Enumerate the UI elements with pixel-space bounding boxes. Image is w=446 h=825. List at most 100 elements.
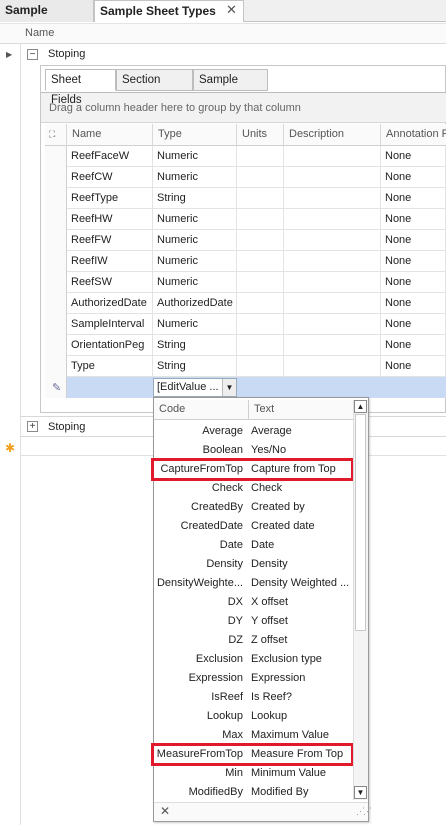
cell-units[interactable] — [237, 146, 284, 167]
cell-type[interactable]: Numeric — [153, 251, 237, 272]
cell-units[interactable] — [237, 272, 284, 293]
cell-annotation[interactable]: None — [381, 146, 446, 167]
popup-list-item[interactable]: CreatedBy Created by — [154, 498, 354, 517]
cell-units[interactable] — [237, 335, 284, 356]
cell-type[interactable]: Numeric — [153, 209, 237, 230]
cell-type[interactable]: Numeric — [153, 230, 237, 251]
popup-list-item[interactable]: Average Average — [154, 422, 354, 441]
master-row-expanded[interactable]: − Stoping — [20, 44, 446, 65]
column-header-type[interactable]: Type — [153, 124, 237, 146]
new-row-editing[interactable] — [67, 377, 446, 398]
cell-name[interactable]: OrientationPeg — [67, 335, 153, 356]
resize-grip-icon[interactable]: ⋰⋰ — [356, 806, 372, 817]
column-header-annotation[interactable]: Annotation P — [381, 124, 446, 146]
scrollbar-thumb[interactable] — [355, 414, 366, 631]
cell-name[interactable]: AuthorizedDate — [67, 293, 153, 314]
popup-list-item[interactable]: DensityWeighte... Density Weighted ... — [154, 574, 354, 593]
cell-annotation[interactable]: None — [381, 167, 446, 188]
cell-description[interactable] — [284, 146, 381, 167]
tab-sample-fields[interactable]: Sample Fields — [193, 69, 268, 106]
cell-name[interactable]: ReefHW — [67, 209, 153, 230]
cell-name[interactable]: Type — [67, 356, 153, 377]
cell-name[interactable]: ReefCW — [67, 167, 153, 188]
tab-close-icon[interactable]: ✕ — [226, 2, 237, 18]
cell-units[interactable] — [237, 251, 284, 272]
cell-name[interactable]: ReefFaceW — [67, 146, 153, 167]
column-header-name[interactable]: Name — [67, 124, 153, 146]
lookup-dropdown-popup[interactable]: Code Text Average Average Boolean Yes/No Cap… — [151, 397, 369, 822]
cell-description[interactable] — [284, 167, 381, 188]
cell-type[interactable]: Numeric — [153, 146, 237, 167]
popup-list-item[interactable]: Expression Expression — [154, 669, 354, 688]
cell-units[interactable] — [237, 293, 284, 314]
popup-list-item[interactable]: Check Check — [154, 479, 354, 498]
popup-list-item[interactable]: Lookup Lookup — [154, 707, 354, 726]
cell-annotation[interactable]: None — [381, 209, 446, 230]
item-code: Expression — [188, 672, 243, 684]
popup-list-item[interactable]: Date Date — [154, 536, 354, 555]
tab-sample-sheets[interactable]: Sample Sheets — [0, 0, 94, 37]
cell-description[interactable] — [284, 251, 381, 272]
popup-list-item[interactable]: DY Y offset — [154, 612, 354, 631]
cell-type[interactable]: Numeric — [153, 167, 237, 188]
cell-annotation[interactable]: None — [381, 272, 446, 293]
group-by-panel[interactable]: Drag a column header here to group by th… — [41, 92, 446, 123]
cell-name[interactable]: ReefIW — [67, 251, 153, 272]
dropdown-arrow-icon[interactable]: ▼ — [222, 379, 236, 396]
popup-close-icon[interactable]: ✕ — [160, 804, 170, 818]
cell-description[interactable] — [284, 230, 381, 251]
cell-description[interactable] — [284, 293, 381, 314]
cell-units[interactable] — [237, 314, 284, 335]
popup-list-item[interactable]: Density Density — [154, 555, 354, 574]
cell-annotation[interactable]: None — [381, 230, 446, 251]
cell-description[interactable] — [284, 209, 381, 230]
tab-sample-sheet-types[interactable]: Sample Sheet Types — [94, 0, 244, 22]
cell-units[interactable] — [237, 167, 284, 188]
cell-units[interactable] — [237, 356, 284, 377]
popup-column-header-text[interactable]: Text — [249, 400, 354, 420]
column-chooser-icon[interactable]: ⛶ — [45, 124, 67, 146]
cell-description[interactable] — [284, 335, 381, 356]
item-code: Average — [202, 425, 243, 437]
cell-name[interactable]: ReefFW — [67, 230, 153, 251]
cell-type[interactable]: String — [153, 356, 237, 377]
cell-type[interactable]: Numeric — [153, 272, 237, 293]
cell-annotation[interactable]: None — [381, 356, 446, 377]
cell-type[interactable]: Numeric — [153, 314, 237, 335]
cell-name[interactable]: ReefType — [67, 188, 153, 209]
popup-list-item[interactable]: DX X offset — [154, 593, 354, 612]
column-header-name[interactable]: Name — [25, 27, 54, 39]
tab-sheet-fields[interactable]: Sheet Fields — [45, 69, 116, 106]
popup-list-item[interactable]: CreatedDate Created date — [154, 517, 354, 536]
tab-section-fields[interactable]: Section Fields — [116, 69, 193, 106]
cell-type[interactable]: AuthorizedDate — [153, 293, 237, 314]
popup-column-header-code[interactable]: Code — [154, 400, 249, 420]
popup-list-item[interactable]: ModifiedBy Modified By — [154, 783, 354, 802]
cell-name[interactable]: ReefSW — [67, 272, 153, 293]
cell-annotation[interactable]: None — [381, 251, 446, 272]
cell-units[interactable] — [237, 230, 284, 251]
cell-units[interactable] — [237, 188, 284, 209]
column-header-description[interactable]: Description — [284, 124, 381, 146]
cell-description[interactable] — [284, 356, 381, 377]
cell-annotation[interactable]: None — [381, 335, 446, 356]
popup-list-item[interactable]: Min Minimum Value — [154, 764, 354, 783]
cell-name[interactable]: SampleInterval — [67, 314, 153, 335]
cell-type[interactable]: String — [153, 188, 237, 209]
cell-annotation[interactable]: None — [381, 188, 446, 209]
cell-description[interactable] — [284, 314, 381, 335]
expand-icon[interactable]: + — [27, 421, 38, 432]
collapse-icon[interactable]: − — [27, 49, 38, 60]
scroll-down-icon[interactable]: ▼ — [354, 786, 367, 799]
cell-units[interactable] — [237, 209, 284, 230]
cell-description[interactable] — [284, 272, 381, 293]
cell-annotation[interactable]: None — [381, 293, 446, 314]
scroll-up-icon[interactable]: ▲ — [354, 400, 367, 413]
column-header-units[interactable]: Units — [237, 124, 284, 146]
popup-list-item[interactable]: Exclusion Exclusion type — [154, 650, 354, 669]
popup-list-item[interactable]: IsReef Is Reef? — [154, 688, 354, 707]
cell-annotation[interactable]: None — [381, 314, 446, 335]
cell-description[interactable] — [284, 188, 381, 209]
popup-list-item[interactable]: DZ Z offset — [154, 631, 354, 650]
cell-type[interactable]: String — [153, 335, 237, 356]
